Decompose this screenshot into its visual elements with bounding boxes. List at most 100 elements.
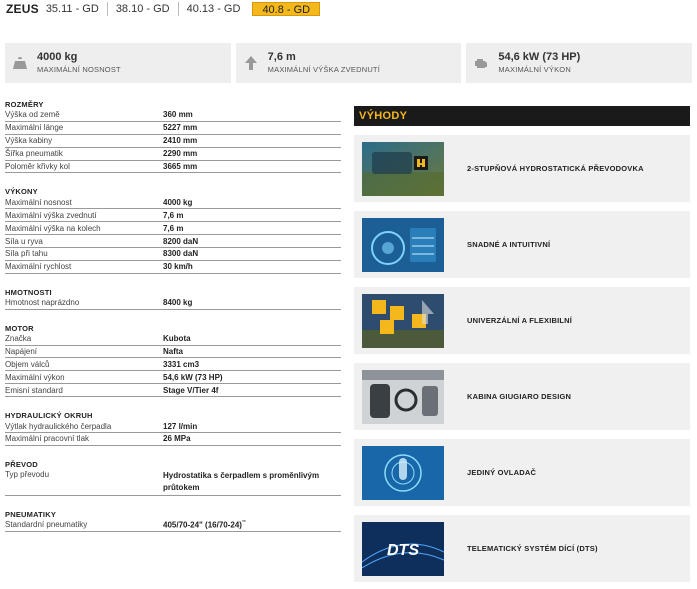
advantage-label: KABINA GIUGIARO DESIGN [467, 392, 572, 401]
advantage-card-telematics[interactable]: DTS TELEMATICKÝ SYSTÉM DÍCÍ (DTS) [354, 515, 690, 582]
spec-key: Maximální rychlost [5, 262, 72, 272]
advantage-label: TELEMATICKÝ SYSTÉM DÍCÍ (DTS) [467, 544, 598, 553]
spec-value: 54,6 kW (73 HP) [163, 372, 223, 382]
spec-value: 26 MPa [163, 434, 191, 444]
spec-section-dimensions: ROZMĚRY Výška od země 360 mm Maximální lä… [5, 100, 341, 174]
advantage-card-joystick[interactable]: JEDINÝ OVLADAČ [354, 439, 690, 506]
spec-value: 4000 kg [163, 197, 193, 207]
spec-value: 2410 mm [163, 136, 198, 146]
tab-model-2[interactable]: 38.10 - GD [106, 2, 178, 16]
dts-logo-image: DTS [362, 521, 444, 576]
spec-value: 3665 mm [163, 162, 198, 171]
spec-key: Hmotnost naprázdno [5, 298, 80, 308]
section-title: VÝKONY [5, 187, 38, 197]
spec-key: Síla při tahu [5, 249, 48, 259]
advantages-panel: VÝHODY 2-STUPŇOVÁ HYDROSTATICKÁ PŘEVODOV… [354, 106, 690, 582]
table-row: Maximální výkon 54,6 kW (73 HP) [5, 371, 341, 385]
spec-value: 7,6 m [163, 223, 184, 233]
table-row: Maximální nosnost 4000 kg [5, 196, 341, 210]
section-title: HMOTNOSTI [5, 287, 52, 297]
advantage-card-versatile[interactable]: UNIVERZÁLNÍ A FLEXIBILNÍ [354, 287, 690, 354]
table-row: Maximální výška na kolech 7,6 m [5, 222, 341, 236]
section-title: MOTOR [5, 323, 34, 333]
spec-value: 127 l/min [163, 421, 198, 431]
table-row: Maximální rychlost 30 km/h [5, 261, 341, 274]
table-row: Napájení Nafta [5, 346, 341, 359]
table-row: Hmotnost naprázdno 8400 kg [5, 297, 341, 310]
table-row: Značka Kubota [5, 333, 341, 346]
spec-value: 8300 daN [163, 249, 199, 259]
spec-key: Výtlak hydraulického čerpadla [5, 421, 112, 431]
tab-model-4-active[interactable]: 40.8 - GD [252, 2, 321, 16]
model-tabs: ZEUS 35.11 - GD 38.10 - GD 40.13 - GD 40… [6, 1, 321, 17]
advantage-label: SNADNÉ A INTUITIVNÍ [467, 240, 551, 249]
spec-value: 8400 kg [163, 298, 193, 308]
table-row: Maximální pracovní tlak 26 MPa [5, 433, 341, 446]
spec-value: Kubota [163, 334, 191, 344]
spec-key: Síla u ryva [5, 236, 43, 246]
spec-key: Typ převodu [5, 469, 50, 479]
tab-model-3[interactable]: 40.13 - GD [177, 2, 249, 16]
spec-key: Poloměr křivky kol [5, 162, 70, 171]
spec-value: 405/70-24" (16/70-24)** [163, 520, 341, 530]
table-row: Výška kabiny 2410 mm [5, 135, 341, 148]
advantage-card-transmission[interactable]: 2-STUPŇOVÁ HYDROSTATICKÁ PŘEVODOVKA [354, 135, 690, 202]
spec-key: Maximální výška na kolech [5, 223, 101, 233]
spec-value: Hydrostatika s čerpadlem s proměnlivým p… [163, 470, 320, 492]
cabin-interior-image [362, 369, 444, 424]
spec-section-transmission: PŘEVOD Typ převodu Hydrostatika s čerpadl… [5, 460, 341, 496]
spec-value: 5227 mm [163, 123, 198, 133]
kpi-card-power: 54,6 kW (73 HP) MAXIMÁLNÍ VÝKON [466, 43, 693, 83]
footnote-mark: ** [241, 520, 246, 527]
spec-section-engine: MOTOR Značka Kubota Napájení Nafta Objem v… [5, 323, 341, 398]
spec-key: Šířka pneumatik [5, 149, 63, 159]
spec-key: Výška od země [5, 110, 60, 120]
tab-model-1[interactable]: 35.11 - GD [45, 2, 107, 16]
table-row: Síla u ryva 8200 daN [5, 235, 341, 249]
advantage-label: UNIVERZÁLNÍ A FLEXIBILNÍ [467, 316, 573, 325]
spec-key: Maximální výška zvednutí [5, 210, 97, 220]
section-title: ROZMĚRY [5, 100, 44, 109]
spec-value: 3331 cm3 [163, 359, 200, 369]
spec-key: Maximální výkon [5, 372, 65, 382]
spec-key: Maximální nosnost [5, 197, 72, 207]
kpi-value: 4000 kg [37, 51, 78, 63]
table-row: Maximální länge 5227 mm [5, 122, 341, 135]
engine-icon [472, 54, 490, 72]
spec-section-hydraulics: HYDRAULICKÝ OKRUH Výtlak hydraulického č… [5, 411, 341, 446]
table-row: Objem válců 3331 cm3 [5, 358, 341, 372]
attachments-image [362, 293, 444, 348]
spec-value-text: 405/70-24" (16/70-24) [163, 520, 242, 530]
arrow-up-icon [242, 54, 260, 72]
spec-value: 2290 mm [163, 149, 198, 159]
weight-icon [11, 54, 29, 72]
kpi-cards: 4000 kg MAXIMÁLNÍ NOSNOST 7,6 m MAXIMÁLN… [5, 43, 693, 83]
spec-key: Maximální länge [5, 123, 64, 133]
table-row: Síla při tahu 8300 daN [5, 248, 341, 261]
table-row: Výtlak hydraulického čerpadla 127 l/min [5, 420, 341, 434]
spec-section-tyres: PNEUMATIKY Standardní pneumatiky 405/70-2… [5, 510, 341, 532]
table-row: Emisní standard Stage V/Tier 4f [5, 384, 341, 398]
spec-key: Maximální pracovní tlak [5, 434, 90, 444]
kpi-value: 54,6 kW (73 HP) [498, 51, 581, 63]
spec-key: Značka [5, 334, 32, 344]
joystick-image [362, 445, 444, 500]
section-title: PNEUMATIKY [5, 509, 57, 519]
kpi-label: MAXIMÁLNÍ VÝŠKA ZVEDNUTÍ [267, 65, 380, 74]
table-row: Výška od země 360 mm [5, 109, 341, 122]
section-title: PŘEVOD [5, 459, 38, 469]
kpi-label: MAXIMÁLNÍ NOSNOST [37, 65, 121, 74]
table-row: Standardní pneumatiky 405/70-24" (16/70-2… [5, 519, 341, 532]
kpi-label: MAXIMÁLNÍ VÝKON [498, 65, 571, 74]
spec-key: Standardní pneumatiky [5, 520, 88, 530]
advantage-card-cabin[interactable]: KABINA GIUGIARO DESIGN [354, 363, 690, 430]
spec-value: 30 km/h [163, 262, 193, 272]
transmission-image [362, 141, 444, 196]
dts-logo-text: DTS [387, 542, 419, 559]
spec-value: Stage V/Tier 4f [163, 385, 219, 395]
spec-value: 360 mm [163, 110, 193, 120]
advantages-title: VÝHODY [354, 106, 690, 126]
advantage-card-intuitive[interactable]: SNADNÉ A INTUITIVNÍ [354, 211, 690, 278]
table-row: Typ převodu Hydrostatika s čerpadlem s pr… [5, 469, 341, 496]
brand-name: ZEUS [6, 2, 39, 16]
